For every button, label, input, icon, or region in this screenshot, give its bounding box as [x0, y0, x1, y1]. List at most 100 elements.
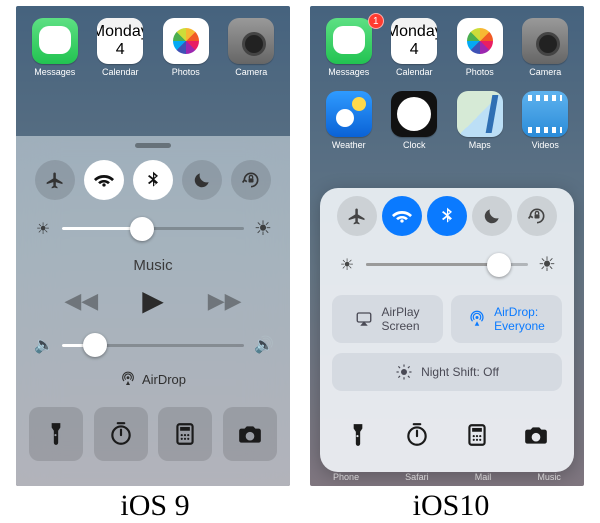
app-videos[interactable]: Videos [515, 91, 575, 150]
ios9-control-center: ☀ ☀ Music ◀◀ ▶ ▶▶ 🔈 🔊 AirDrop [16, 136, 290, 486]
maps-icon [457, 91, 503, 137]
night-shift-label: Night Shift: Off [421, 365, 499, 379]
calculator-button[interactable] [158, 407, 212, 461]
messages-icon [32, 18, 78, 64]
timer-button[interactable] [393, 413, 441, 457]
calendar-dow: Monday [97, 23, 143, 41]
prev-track-button[interactable]: ◀◀ [64, 288, 98, 314]
calculator-button[interactable] [453, 413, 501, 457]
dnd-toggle[interactable] [472, 196, 512, 236]
moon-icon [192, 170, 212, 190]
camera-icon [228, 18, 274, 64]
calendar-icon: Monday 4 [391, 18, 437, 64]
ios9-toggle-row [16, 152, 290, 206]
bluetooth-toggle[interactable] [427, 196, 467, 236]
calendar-icon: Monday 4 [97, 18, 143, 64]
calendar-dom: 4 [410, 41, 419, 59]
ios10-app-row-1: 1 Messages Monday 4 Calendar Photos Came… [310, 18, 584, 77]
dock-label: Music [537, 472, 561, 482]
airdrop-label: AirDrop [142, 372, 186, 387]
dock-label: Phone [333, 472, 359, 482]
ios9-app-row: Messages Monday 4 Calendar Photos Camera [16, 18, 290, 77]
camera-button[interactable] [512, 413, 560, 457]
next-track-button[interactable]: ▶▶ [208, 288, 242, 314]
app-label: Photos [172, 67, 200, 77]
app-label: Clock [403, 140, 426, 150]
caption-ios9: iOS 9 [10, 489, 300, 523]
app-calendar[interactable]: Monday 4 Calendar [384, 18, 444, 77]
ios10-shortcuts [320, 403, 574, 469]
camera-icon [522, 18, 568, 64]
volume-low-icon: 🔈 [34, 335, 52, 355]
airdrop-button[interactable]: AirDrop [16, 371, 290, 387]
app-calendar[interactable]: Monday 4 Calendar [90, 18, 150, 77]
airdrop-icon [468, 310, 486, 328]
app-photos[interactable]: Photos [450, 18, 510, 77]
caption-ios10: iOS10 [306, 489, 596, 523]
bluetooth-icon [437, 206, 457, 226]
app-weather[interactable]: Weather [319, 91, 379, 150]
ios10-dock-labels: Phone Safari Mail Music [310, 472, 584, 482]
app-clock[interactable]: Clock [384, 91, 444, 150]
camera-button[interactable] [223, 407, 277, 461]
night-shift-icon [395, 363, 413, 381]
airplay-button[interactable]: AirPlay Screen [332, 295, 443, 343]
weather-icon [326, 91, 372, 137]
app-label: Calendar [396, 67, 433, 77]
app-label: Calendar [102, 67, 139, 77]
app-label: Messages [34, 67, 75, 77]
night-shift-button[interactable]: Night Shift: Off [332, 353, 562, 391]
rotation-lock-icon [527, 206, 547, 226]
timer-button[interactable] [94, 407, 148, 461]
bluetooth-icon [143, 170, 163, 190]
airplane-icon [45, 170, 65, 190]
app-camera[interactable]: Camera [515, 18, 575, 77]
flashlight-button[interactable] [334, 413, 382, 457]
moon-icon [482, 206, 502, 226]
play-button[interactable]: ▶ [142, 284, 164, 317]
brightness-high-icon: ☀ [254, 216, 272, 241]
music-widget: Music ◀◀ ▶ ▶▶ [16, 257, 290, 317]
ios10-app-row-2: Weather Clock Maps Videos [310, 91, 584, 150]
bluetooth-toggle[interactable] [133, 160, 173, 200]
app-camera[interactable]: Camera [221, 18, 281, 77]
dnd-toggle[interactable] [182, 160, 222, 200]
music-title: Music [16, 257, 290, 274]
app-photos[interactable]: Photos [156, 18, 216, 77]
airplay-icon [355, 310, 373, 328]
ios10-toggle-row [320, 188, 574, 242]
airplane-toggle[interactable] [337, 196, 377, 236]
app-label: Messages [328, 67, 369, 77]
rotation-lock-icon [241, 170, 261, 190]
brightness-low-icon: ☀ [34, 219, 52, 239]
volume-high-icon: 🔊 [254, 335, 272, 355]
brightness-slider[interactable]: ☀ ☀ [16, 206, 290, 251]
rotation-lock-toggle[interactable] [231, 160, 271, 200]
wifi-toggle[interactable] [382, 196, 422, 236]
brightness-slider[interactable]: ☀ ☀ [320, 242, 574, 287]
airdrop-icon [120, 371, 136, 387]
ios9-screenshot: Messages Monday 4 Calendar Photos Camera [16, 6, 290, 486]
messages-icon [326, 18, 372, 64]
badge: 1 [368, 13, 384, 29]
wifi-icon [94, 170, 114, 190]
calendar-dom: 4 [116, 41, 125, 59]
app-messages[interactable]: Messages [25, 18, 85, 77]
flashlight-button[interactable] [29, 407, 83, 461]
ios9-shortcuts [16, 397, 290, 473]
app-label: Photos [466, 67, 494, 77]
airplane-toggle[interactable] [35, 160, 75, 200]
dock-label: Mail [475, 472, 492, 482]
grabber[interactable] [135, 143, 171, 148]
app-messages[interactable]: 1 Messages [319, 18, 379, 77]
dock-label: Safari [405, 472, 429, 482]
ios10-statusbar [310, 6, 584, 14]
volume-slider[interactable]: 🔈 🔊 [16, 325, 290, 365]
wifi-toggle[interactable] [84, 160, 124, 200]
app-maps[interactable]: Maps [450, 91, 510, 150]
airdrop-button[interactable]: AirDrop: Everyone [451, 295, 562, 343]
rotation-lock-toggle[interactable] [517, 196, 557, 236]
airplay-label: AirPlay Screen [381, 305, 419, 333]
videos-icon [522, 91, 568, 137]
app-label: Maps [469, 140, 491, 150]
